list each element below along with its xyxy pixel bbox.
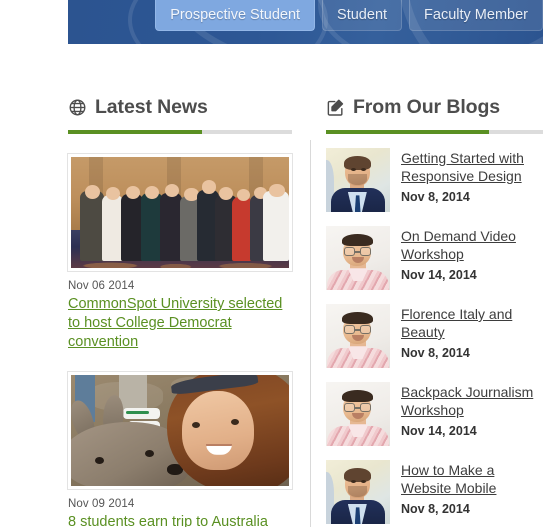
avatar-beard: [347, 485, 367, 498]
photo-person: [101, 194, 124, 262]
latest-news-header: Latest News: [68, 92, 292, 122]
from-our-blogs-title: From Our Blogs: [353, 95, 501, 118]
avatar-beard: [347, 173, 367, 186]
blog-title-link[interactable]: Florence Italy and Beauty: [401, 305, 543, 341]
blog-text-block: How to Make a Website Mobile Nov 8, 2014: [401, 460, 543, 516]
latest-news-rule: [68, 130, 292, 134]
avatar-eye: [350, 167, 356, 171]
blog-text-block: Florence Italy and Beauty Nov 8, 2014: [401, 304, 543, 360]
avatar-eye: [350, 479, 356, 483]
blog-title-link[interactable]: Getting Started with Responsive Design: [401, 149, 543, 185]
blog-author-avatar[interactable]: [326, 304, 390, 368]
blog-text-block: Getting Started with Responsive Design N…: [401, 148, 543, 204]
from-our-blogs-rule: [326, 130, 543, 134]
avatar-hair: [343, 155, 371, 170]
photo-person: [79, 191, 104, 262]
photo-person: [232, 196, 252, 262]
news-thumbnail-group-photo[interactable]: [67, 153, 293, 272]
photo-shoe: [123, 408, 161, 420]
blog-title-link[interactable]: How to Make a Website Mobile: [401, 461, 543, 497]
blog-list-item: Getting Started with Responsive Design N…: [326, 148, 543, 212]
photo-person: [262, 191, 289, 262]
news-date: Nov 09 2014: [68, 498, 135, 510]
photo-person: [121, 193, 143, 262]
avatar-hair: [342, 311, 373, 325]
audience-button-prospective-student[interactable]: Prospective Student: [155, 0, 316, 31]
audience-banner: Prospective Student Student Faculty Memb…: [68, 0, 543, 44]
blog-text-block: Backpack Journalism Workshop Nov 14, 201…: [401, 382, 543, 438]
news-item: Nov 09 2014 8 students earn trip to Aust…: [67, 371, 293, 527]
blog-title-link[interactable]: Backpack Journalism Workshop: [401, 383, 543, 419]
photo-person: [140, 192, 163, 262]
news-item: Nov 06 2014 CommonSpot University select…: [67, 153, 293, 352]
audience-button-student[interactable]: Student: [322, 0, 403, 31]
avatar-hair: [343, 467, 371, 482]
photo-person-face: [182, 390, 255, 471]
from-our-blogs-section: From Our Blogs Getting Started with Resp…: [326, 92, 543, 524]
globe-icon: [69, 99, 86, 115]
avatar-eye: [361, 479, 367, 483]
photo-person-head: [184, 188, 199, 202]
blog-author-avatar[interactable]: [326, 148, 390, 212]
blog-date: Nov 8, 2014: [401, 190, 470, 204]
blog-date: Nov 14, 2014: [401, 268, 477, 282]
blog-author-avatar[interactable]: [326, 382, 390, 446]
news-thumbnail-kangaroo-selfie[interactable]: [67, 371, 293, 490]
blog-list-item: On Demand Video Workshop Nov 14, 2014: [326, 226, 543, 290]
avatar-hair: [342, 389, 373, 403]
latest-news-section: Latest News Nov 06 2014 CommonSpot Unive…: [67, 92, 293, 527]
photo-person-head: [269, 183, 285, 197]
from-our-blogs-header: From Our Blogs: [326, 92, 543, 122]
blog-list-item: Florence Italy and Beauty Nov 8, 2014: [326, 304, 543, 368]
photo-person: [160, 192, 183, 262]
news-headline-link[interactable]: 8 students earn trip to Australia: [68, 513, 292, 527]
news-headline-link[interactable]: CommonSpot University selected to host C…: [68, 295, 292, 352]
audience-nav: Prospective Student Student Faculty Memb…: [155, 0, 543, 31]
page-root: Prospective Student Student Faculty Memb…: [0, 0, 543, 527]
avatar-glasses: [343, 247, 371, 257]
avatar-eye: [361, 167, 367, 171]
blog-author-avatar[interactable]: [326, 460, 390, 524]
avatar-glasses: [343, 403, 371, 413]
blog-text-block: On Demand Video Workshop Nov 14, 2014: [401, 226, 543, 282]
blog-list-item: How to Make a Website Mobile Nov 8, 2014: [326, 460, 543, 524]
photo-person-eye: [191, 421, 200, 428]
blog-list-item: Backpack Journalism Workshop Nov 14, 201…: [326, 382, 543, 446]
news-date: Nov 06 2014: [68, 280, 135, 292]
blog-author-avatar[interactable]: [326, 226, 390, 290]
photo-person-head: [125, 185, 140, 200]
photo-person-head: [164, 183, 179, 197]
avatar-hair: [342, 233, 373, 247]
blog-date: Nov 14, 2014: [401, 424, 477, 438]
audience-button-faculty-member[interactable]: Faculty Member: [409, 0, 543, 31]
latest-news-title: Latest News: [95, 95, 208, 118]
blog-title-link[interactable]: On Demand Video Workshop: [401, 227, 543, 263]
photo-person-head: [201, 180, 216, 194]
blog-date: Nov 8, 2014: [401, 346, 470, 360]
column-divider: [310, 140, 311, 527]
compose-pencil-icon: [327, 99, 344, 116]
avatar-glasses: [343, 325, 371, 335]
blog-date: Nov 8, 2014: [401, 502, 470, 516]
